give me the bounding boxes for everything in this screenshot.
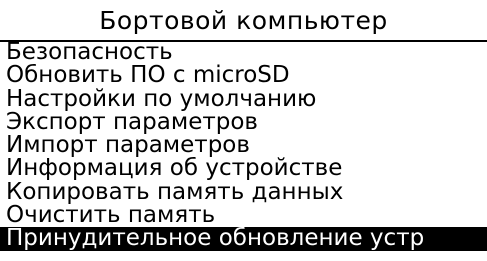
header-bar: Бортовой компьютер	[0, 0, 487, 40]
settings-menu: Безопасность Обновить ПО с microSD Настр…	[0, 41, 487, 251]
screen-title: Бортовой компьютер	[99, 5, 388, 35]
menu-item-copy-data-memory[interactable]: Копировать память данных	[0, 181, 487, 204]
menu-item-force-update-selected[interactable]: Принудительное обновление устр	[0, 227, 487, 251]
menu-item-import-parameters[interactable]: Импорт параметров	[0, 134, 487, 157]
menu-item-clear-memory[interactable]: Очистить память	[0, 204, 487, 227]
menu-item-security[interactable]: Безопасность	[0, 41, 487, 64]
device-screen: Бортовой компьютер Безопасность Обновить…	[0, 0, 487, 261]
menu-item-default-settings[interactable]: Настройки по умолчанию	[0, 88, 487, 111]
menu-item-export-parameters[interactable]: Экспорт параметров	[0, 111, 487, 134]
menu-item-update-firmware-microsd[interactable]: Обновить ПО с microSD	[0, 64, 487, 87]
menu-item-device-info[interactable]: Информация об устройстве	[0, 157, 487, 180]
